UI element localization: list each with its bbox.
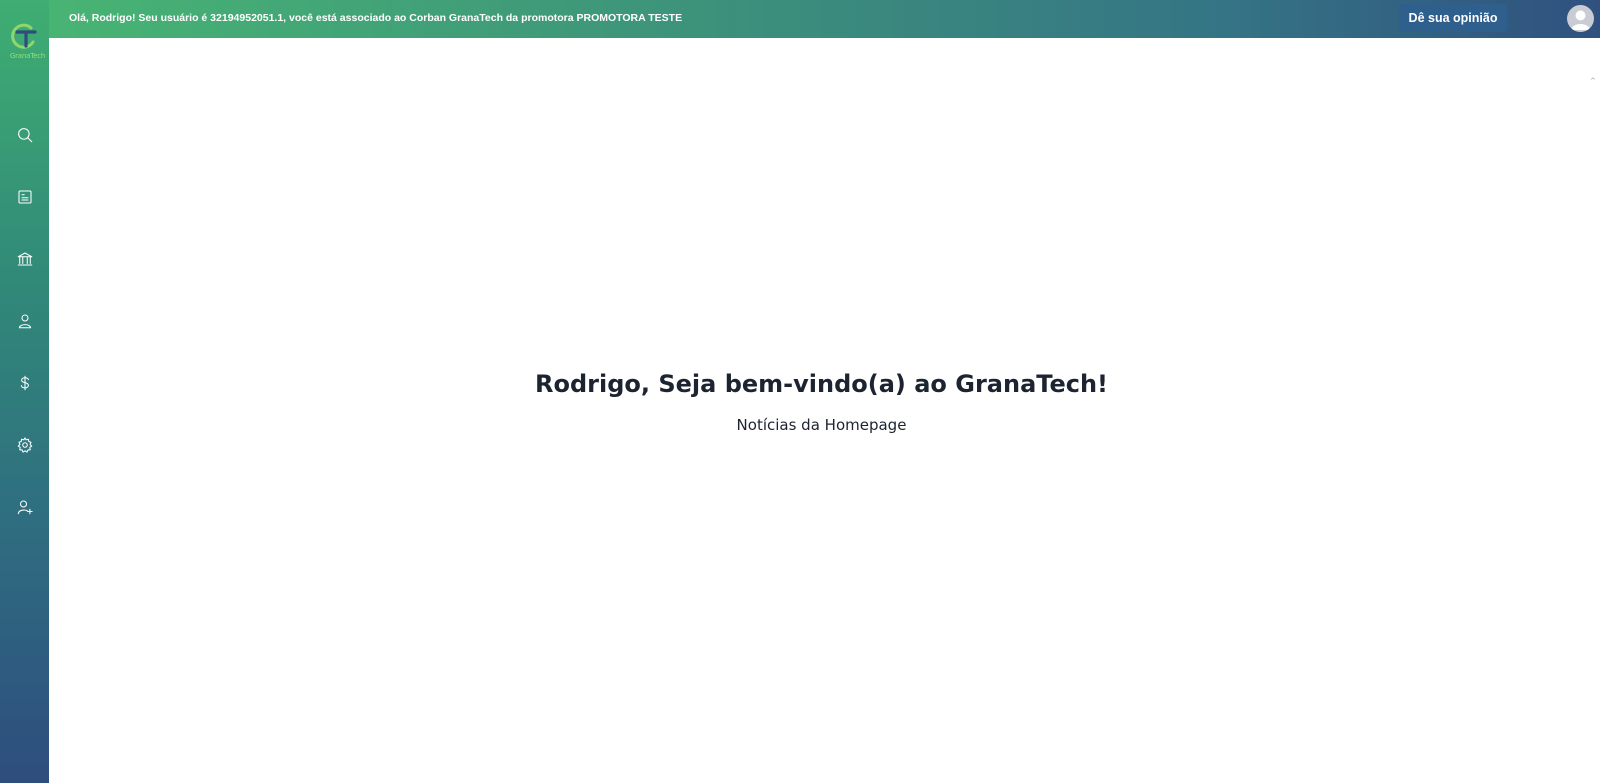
granatech-logo[interactable]: GranaTech [3, 22, 46, 62]
main-content: ^ Rodrigo, Seja bem-vindo(a) ao GranaTec… [49, 38, 1600, 783]
feedback-button[interactable]: Dê sua opinião [1399, 4, 1507, 32]
add-user-icon [17, 500, 33, 515]
search-icon [17, 128, 32, 143]
dollar-icon [20, 375, 29, 391]
bank-icon [17, 252, 32, 266]
logo-mark-icon [11, 23, 37, 49]
scroll-up-arrow[interactable]: ^ [1590, 78, 1598, 85]
sidebar: GranaTech [0, 0, 49, 783]
sidebar-item-finance[interactable] [0, 361, 49, 405]
welcome-message: Olá, Rodrigo! Seu usuário é 32194952051.… [69, 12, 683, 24]
sidebar-item-bank[interactable] [0, 237, 49, 281]
logo-text: GranaTech [9, 52, 46, 60]
app-root: GranaTech Olá, Rodrigo! Seu usuário é 32… [0, 0, 1600, 783]
sidebar-item-settings[interactable] [0, 423, 49, 467]
page-title: Rodrigo, Seja bem-vindo(a) ao GranaTech! [535, 370, 1108, 398]
user-icon [18, 314, 31, 329]
topbar: Olá, Rodrigo! Seu usuário é 32194952051.… [49, 0, 1600, 38]
document-icon [17, 190, 32, 204]
sidebar-item-add-user[interactable] [0, 485, 49, 529]
sidebar-item-documents[interactable] [0, 175, 49, 219]
user-avatar-icon [1571, 10, 1590, 30]
page-subtitle: Notícias da Homepage [736, 416, 907, 434]
sidebar-item-user[interactable] [0, 299, 49, 343]
gear-icon [17, 437, 32, 453]
avatar[interactable] [1567, 5, 1594, 32]
sidebar-item-search[interactable] [0, 113, 49, 157]
